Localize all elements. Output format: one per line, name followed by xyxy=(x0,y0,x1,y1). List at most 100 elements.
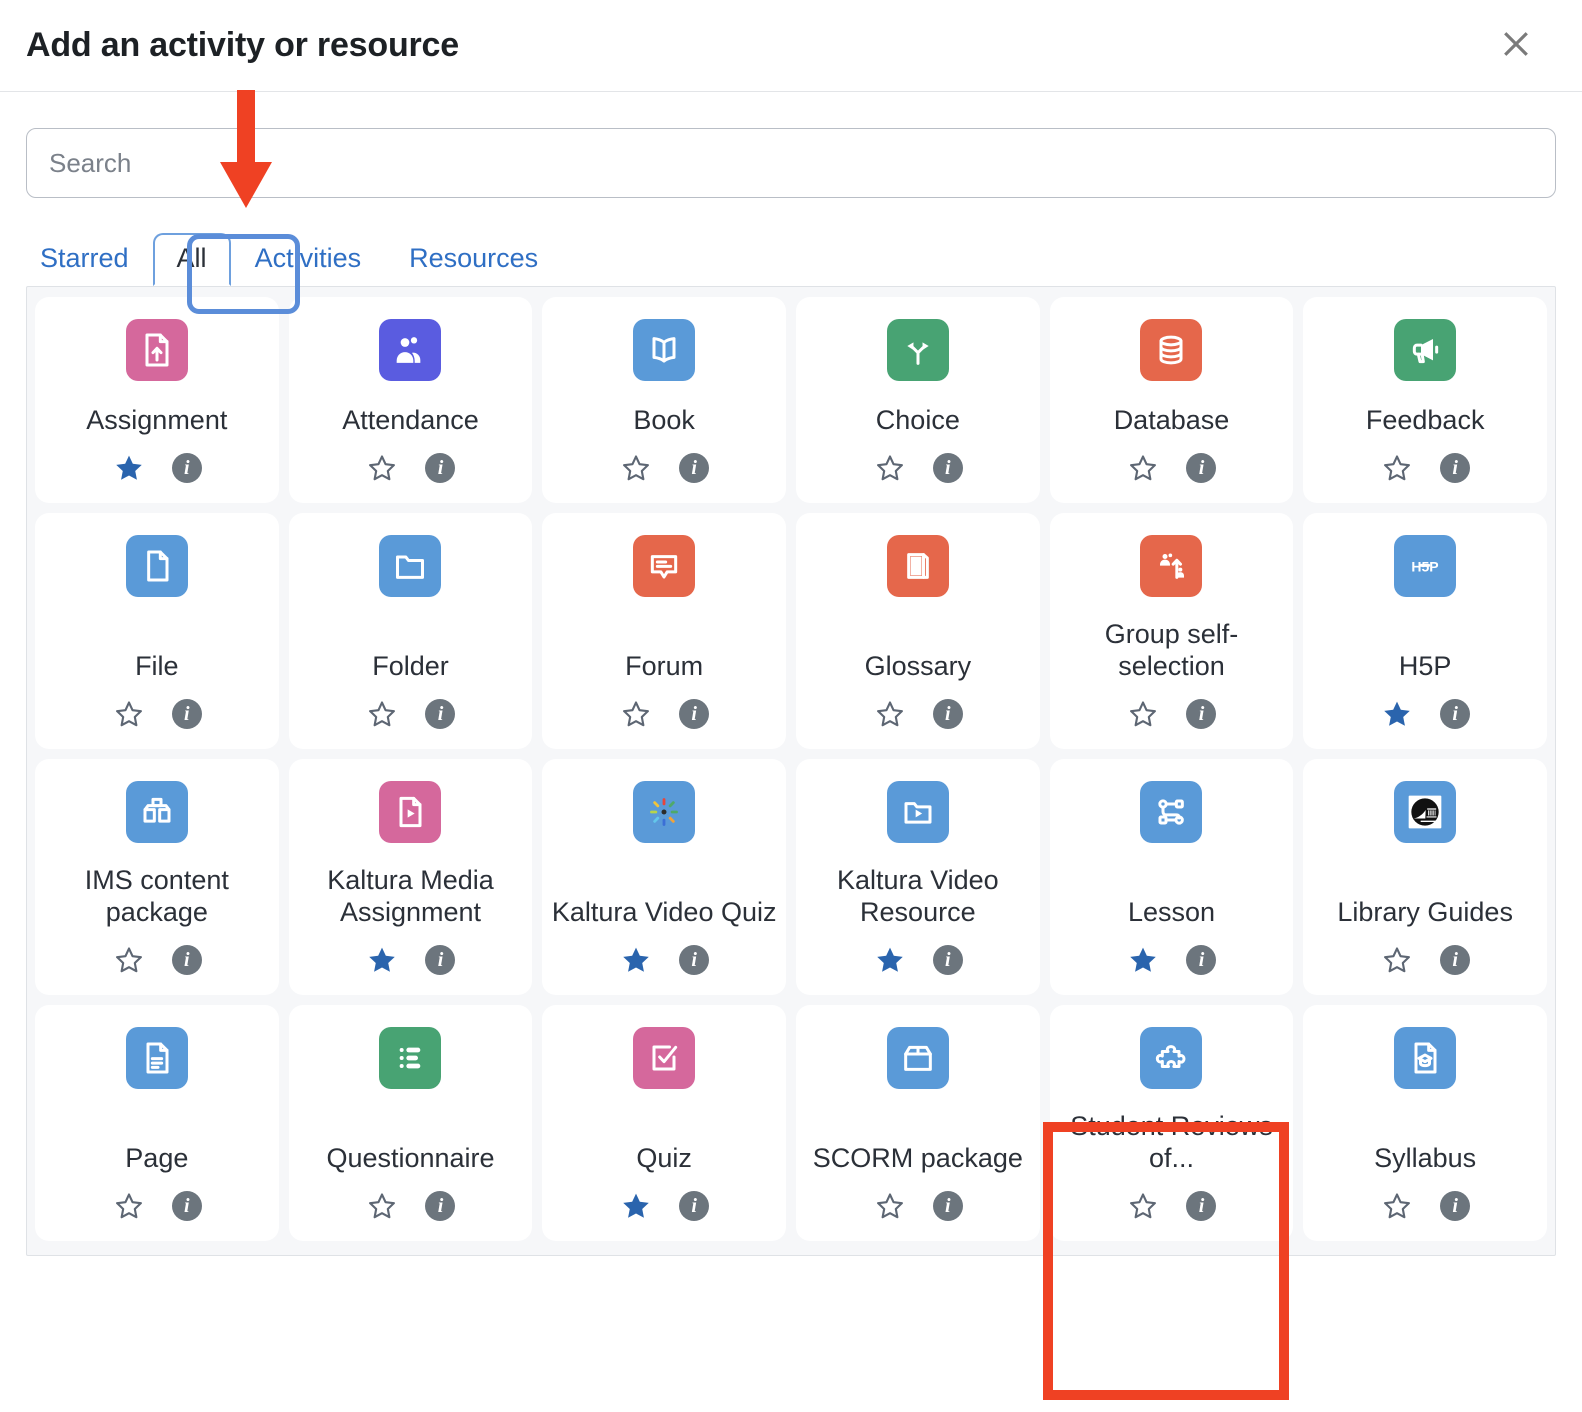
info-icon[interactable]: i xyxy=(1440,1191,1471,1221)
activity-tile[interactable]: Student Reviews of... i xyxy=(1049,1005,1294,1241)
activity-tile[interactable]: Group self-selection i xyxy=(1049,513,1294,749)
activity-tile-actions: i xyxy=(365,943,456,977)
activity-tile[interactable]: SCORM package i xyxy=(796,1005,1040,1241)
info-glyph: i xyxy=(932,945,963,975)
info-glyph: i xyxy=(679,1191,710,1221)
tab-all[interactable]: All xyxy=(152,233,231,286)
star-outline-icon[interactable] xyxy=(1126,697,1160,731)
activity-tile[interactable]: Book i xyxy=(542,297,786,503)
star-outline-icon[interactable] xyxy=(112,1189,146,1223)
search-input[interactable] xyxy=(26,128,1556,198)
info-icon[interactable]: i xyxy=(679,945,710,975)
activity-tile-label: File xyxy=(135,651,179,682)
star-outline-icon[interactable] xyxy=(619,697,653,731)
forum-icon xyxy=(633,535,696,597)
info-icon[interactable]: i xyxy=(1186,699,1217,729)
activity-tile[interactable]: Folder i xyxy=(288,513,533,749)
activity-tile[interactable]: Library Guides i xyxy=(1303,759,1547,995)
info-icon[interactable]: i xyxy=(1440,453,1471,483)
star-filled-icon[interactable] xyxy=(1126,943,1160,977)
tab-starred[interactable]: Starred xyxy=(26,233,153,286)
star-filled-icon[interactable] xyxy=(873,943,907,977)
info-icon[interactable]: i xyxy=(425,699,456,729)
star-outline-icon[interactable] xyxy=(873,451,907,485)
info-icon[interactable]: i xyxy=(679,1191,710,1221)
star-filled-icon[interactable] xyxy=(619,943,653,977)
info-icon[interactable]: i xyxy=(1186,945,1217,975)
star-outline-icon[interactable] xyxy=(873,1189,907,1223)
star-outline-icon[interactable] xyxy=(1126,1189,1160,1223)
star-outline-icon[interactable] xyxy=(365,451,399,485)
activity-tile[interactable]: Attendance i xyxy=(288,297,533,503)
activity-tile[interactable]: Feedback i xyxy=(1303,297,1547,503)
activity-tile[interactable]: Kaltura Video Resource i xyxy=(796,759,1040,995)
tab-resources[interactable]: Resources xyxy=(385,233,562,286)
activity-tile[interactable]: Assignment i xyxy=(35,297,279,503)
activity-tile-actions: i xyxy=(1380,1189,1471,1223)
info-icon[interactable]: i xyxy=(679,699,710,729)
star-outline-icon[interactable] xyxy=(112,943,146,977)
star-outline-icon[interactable] xyxy=(1380,451,1414,485)
info-icon[interactable]: i xyxy=(1440,945,1471,975)
star-filled-icon[interactable] xyxy=(1380,697,1414,731)
info-icon[interactable]: i xyxy=(171,1191,202,1221)
activity-tile[interactable]: Kaltura Media Assignment i xyxy=(288,759,533,995)
activity-tile-actions: i xyxy=(1126,1189,1217,1223)
activity-tile-label: Book xyxy=(633,405,695,436)
info-icon[interactable]: i xyxy=(932,699,963,729)
kaltura-video-resource-icon xyxy=(886,781,949,843)
star-outline-icon[interactable] xyxy=(1380,1189,1414,1223)
info-icon[interactable]: i xyxy=(171,945,202,975)
activity-tile[interactable]: File i xyxy=(35,513,279,749)
activity-tile[interactable]: Lesson i xyxy=(1049,759,1294,995)
info-glyph: i xyxy=(1440,945,1471,975)
activity-tile[interactable]: Page i xyxy=(35,1005,279,1241)
info-icon[interactable]: i xyxy=(1186,453,1217,483)
activity-tile[interactable]: Forum i xyxy=(542,513,786,749)
activity-tile[interactable]: Quiz i xyxy=(542,1005,786,1241)
activity-tile-label: Glossary xyxy=(864,651,972,682)
activity-tile[interactable]: Database i xyxy=(1049,297,1294,503)
activity-tile[interactable]: Choice i xyxy=(796,297,1040,503)
info-icon[interactable]: i xyxy=(425,453,456,483)
activity-tile-label: Library Guides xyxy=(1337,897,1513,928)
kaltura-video-quiz-icon xyxy=(633,781,696,843)
star-outline-icon[interactable] xyxy=(365,1189,399,1223)
star-filled-icon[interactable] xyxy=(619,1189,653,1223)
activity-tile-label: Quiz xyxy=(636,1143,692,1174)
activity-tile[interactable]: IMS content package i xyxy=(35,759,279,995)
info-icon[interactable]: i xyxy=(1186,1191,1217,1221)
tab-activities[interactable]: Activities xyxy=(231,233,386,286)
star-outline-icon[interactable] xyxy=(619,451,653,485)
info-icon[interactable]: i xyxy=(932,1191,963,1221)
info-icon[interactable]: i xyxy=(679,453,710,483)
info-icon[interactable]: i xyxy=(171,699,202,729)
info-icon[interactable]: i xyxy=(932,453,963,483)
star-outline-icon[interactable] xyxy=(1380,943,1414,977)
activity-grid-row-3: IMS content package i Kaltura Media Assign… xyxy=(35,759,1547,995)
star-filled-icon[interactable] xyxy=(112,451,146,485)
activity-tile[interactable]: Glossary i xyxy=(796,513,1040,749)
star-outline-icon[interactable] xyxy=(365,697,399,731)
activity-tile-actions: i xyxy=(1126,697,1217,731)
info-glyph: i xyxy=(1440,453,1471,483)
star-outline-icon[interactable] xyxy=(1126,451,1160,485)
star-filled-icon[interactable] xyxy=(365,943,399,977)
star-outline-icon[interactable] xyxy=(112,697,146,731)
file-icon xyxy=(125,535,188,597)
activity-tile-label: Attendance xyxy=(342,405,479,436)
activity-tile[interactable]: Kaltura Video Quiz i xyxy=(542,759,786,995)
activity-tile[interactable]: H5P H5P i xyxy=(1303,513,1547,749)
info-icon[interactable]: i xyxy=(932,945,963,975)
activity-tile[interactable]: Questionnaire i xyxy=(288,1005,533,1241)
activity-tile-label: SCORM package xyxy=(812,1143,1023,1174)
info-icon[interactable]: i xyxy=(425,945,456,975)
activity-tile-label: IMS content package xyxy=(84,865,229,928)
info-icon[interactable]: i xyxy=(425,1191,456,1221)
close-icon[interactable] xyxy=(1494,22,1538,66)
info-icon[interactable]: i xyxy=(1440,699,1471,729)
activity-tile-actions: i xyxy=(1380,943,1471,977)
info-icon[interactable]: i xyxy=(171,453,202,483)
activity-tile[interactable]: Syllabus i xyxy=(1303,1005,1547,1241)
star-outline-icon[interactable] xyxy=(873,697,907,731)
